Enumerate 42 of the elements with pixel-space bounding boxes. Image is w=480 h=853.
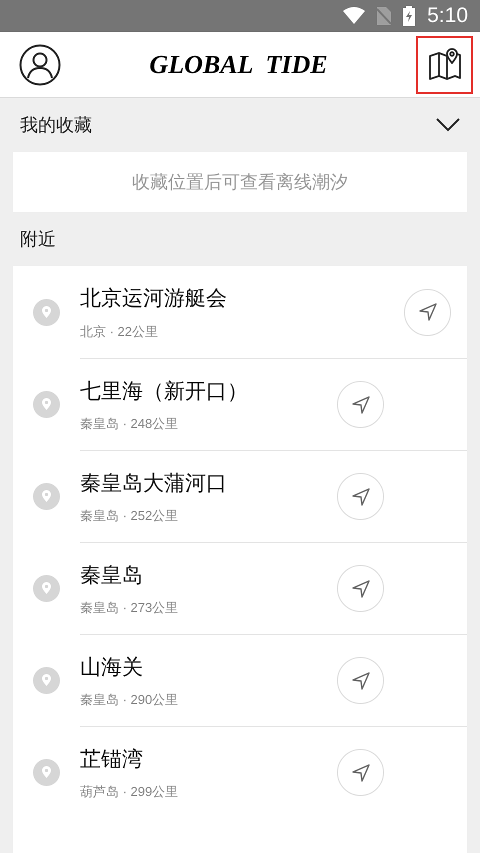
location-distance: 秦皇岛 · 252公里 bbox=[80, 507, 180, 525]
location-name: 芷锚湾 bbox=[80, 746, 144, 772]
wifi-icon bbox=[343, 7, 366, 25]
no-sim-icon bbox=[377, 7, 392, 25]
location-name: 北京运河游艇会 bbox=[80, 286, 228, 312]
location-distance: 秦皇岛 · 273公里 bbox=[80, 599, 180, 617]
location-distance: 秦皇岛 · 290公里 bbox=[80, 691, 180, 709]
location-pin-icon bbox=[33, 483, 60, 510]
section-title: 附近 bbox=[20, 228, 56, 250]
location-pin-icon bbox=[33, 298, 60, 326]
clock-time: 5:10 bbox=[427, 3, 468, 30]
chevron-icon bbox=[436, 118, 460, 132]
map-button[interactable] bbox=[416, 36, 473, 94]
location-name: 山海关 bbox=[80, 654, 144, 680]
navigation-arrow-icon bbox=[418, 302, 438, 322]
navigate-button[interactable] bbox=[337, 473, 384, 520]
empty-favorites-text: 收藏位置后可查看离线潮汐 bbox=[132, 170, 348, 194]
location-distance: 北京 · 22公里 bbox=[80, 322, 160, 340]
location-name: 秦皇岛大蒲河口 bbox=[80, 470, 228, 496]
navigation-arrow-icon bbox=[350, 486, 370, 506]
navigation-arrow-icon bbox=[350, 394, 370, 414]
location-pin-icon bbox=[33, 667, 60, 694]
location-name: 秦皇岛 bbox=[80, 562, 144, 588]
location-distance: 葫芦岛 · 299公里 bbox=[80, 783, 180, 801]
location-pin-icon bbox=[33, 575, 60, 602]
navigate-button[interactable] bbox=[337, 565, 384, 612]
navigation-arrow-icon bbox=[350, 762, 370, 782]
navigation-arrow-icon bbox=[350, 578, 370, 598]
navigate-button[interactable] bbox=[404, 288, 451, 336]
map-pin-icon bbox=[428, 48, 462, 82]
navigation-arrow-icon bbox=[350, 670, 370, 690]
location-name: 七里海（新开口） bbox=[80, 378, 249, 404]
navigate-button[interactable] bbox=[337, 749, 384, 796]
location-pin-icon bbox=[33, 759, 60, 786]
location-distance: 秦皇岛 · 248公里 bbox=[80, 415, 180, 433]
navigate-button[interactable] bbox=[337, 381, 384, 428]
favorites-header[interactable]: 我的收藏 bbox=[0, 98, 480, 152]
navigate-button[interactable] bbox=[337, 657, 384, 704]
battery-icon bbox=[403, 6, 416, 26]
location-pin-icon bbox=[33, 391, 60, 418]
app-logo: GLOBAL TIDE bbox=[149, 49, 328, 81]
profile-icon[interactable] bbox=[19, 44, 61, 86]
